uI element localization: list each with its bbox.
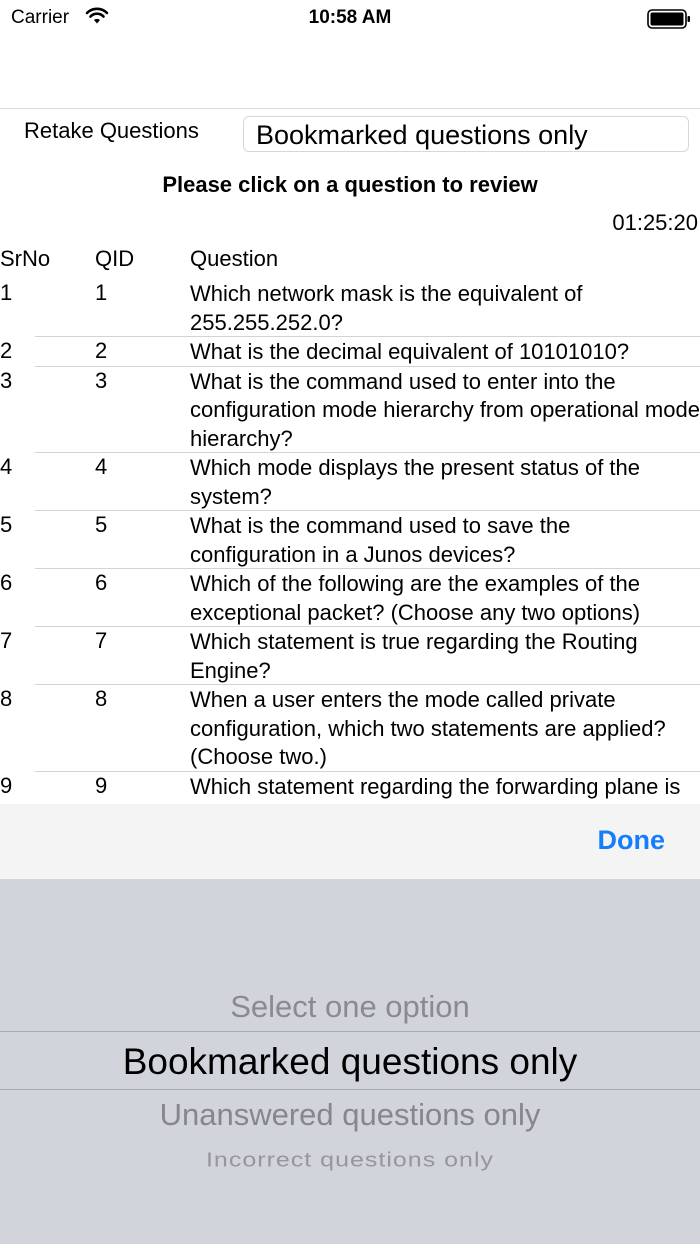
picker-option-bookmarked[interactable]: Bookmarked questions only (0, 1041, 700, 1083)
row-srno: 5 (0, 512, 13, 537)
header-qid: QID (95, 246, 135, 271)
timer: 01:25:20 (612, 210, 698, 235)
instruction-text: Please click on a question to review (162, 172, 538, 197)
picker-toolbar: Done (0, 804, 700, 879)
question-table[interactable]: SrNo QID Question 1 1 Which network mask… (0, 244, 700, 804)
row-srno: 3 (0, 367, 13, 393)
row-question: What is the command used to enter into t… (190, 368, 700, 451)
status-time: 10:58 AM (308, 7, 392, 28)
row-qid: 1 (95, 280, 108, 305)
header-question: Question (190, 246, 279, 271)
row-qid: 6 (95, 570, 108, 595)
row-question: Which statement is true regarding the Ro… (190, 629, 638, 683)
picker-option-select-one[interactable]: Select one option (0, 989, 700, 1025)
picker-selection-line-top (0, 1031, 700, 1032)
row-qid: 7 (95, 628, 108, 653)
table-row[interactable]: 2 2 What is the decimal equivalent of 10… (0, 336, 700, 366)
picker-option-incorrect[interactable]: Incorrect questions only (0, 1149, 700, 1173)
row-qid: 3 (95, 367, 108, 393)
row-srno: 9 (0, 772, 13, 798)
row-srno: 1 (0, 280, 13, 305)
picker-selection-line-bottom (0, 1089, 700, 1090)
table-row[interactable]: 7 7 Which statement is true regarding th… (0, 626, 700, 684)
battery-icon (647, 9, 691, 34)
row-question: Which mode displays the present status o… (190, 455, 641, 509)
table-row[interactable]: 1 1 Which network mask is the equivalent… (0, 278, 700, 336)
header-srno: SrNo (0, 246, 51, 271)
row-qid: 9 (95, 772, 108, 798)
table-row[interactable]: 9 9 Which statement regarding the forwar… (0, 770, 700, 805)
retake-questions-label: Retake Questions (24, 118, 199, 143)
retake-filter-field[interactable]: Bookmarked questions only (243, 116, 689, 152)
row-srno: 4 (0, 454, 13, 479)
option-picker[interactable]: Select one option Bookmarked questions o… (0, 879, 700, 1244)
table-row[interactable]: 4 4 Which mode displays the present stat… (0, 452, 700, 510)
row-srno: 2 (0, 338, 13, 363)
row-srno: 6 (0, 570, 13, 595)
table-header: SrNo QID Question (0, 244, 700, 278)
nav-divider (0, 108, 700, 109)
row-qid: 8 (95, 686, 108, 711)
row-question: What is the decimal equivalent of 101010… (190, 339, 630, 364)
row-question: What is the command used to save the con… (190, 513, 571, 567)
table-row[interactable]: 5 5 What is the command used to save the… (0, 510, 700, 568)
table-row[interactable]: 3 3 What is the command used to enter in… (0, 365, 700, 453)
row-srno: 8 (0, 686, 13, 711)
table-row[interactable]: 8 8 When a user enters the mode called p… (0, 684, 700, 771)
row-qid: 2 (95, 338, 108, 363)
row-question: Which network mask is the equivalent of … (190, 281, 583, 335)
row-srno: 7 (0, 628, 13, 653)
done-button[interactable]: Done (598, 825, 666, 856)
row-qid: 5 (95, 512, 108, 537)
table-row[interactable]: 6 6 Which of the following are the examp… (0, 568, 700, 626)
row-question: When a user enters the mode called priva… (190, 687, 666, 769)
picker-option-unanswered[interactable]: Unanswered questions only (0, 1097, 700, 1133)
row-qid: 4 (95, 454, 108, 479)
status-bar: Carrier 10:58 AM (0, 0, 700, 38)
row-question: Which of the following are the examples … (190, 571, 641, 625)
row-question: Which statement regarding the forwarding… (190, 773, 681, 805)
